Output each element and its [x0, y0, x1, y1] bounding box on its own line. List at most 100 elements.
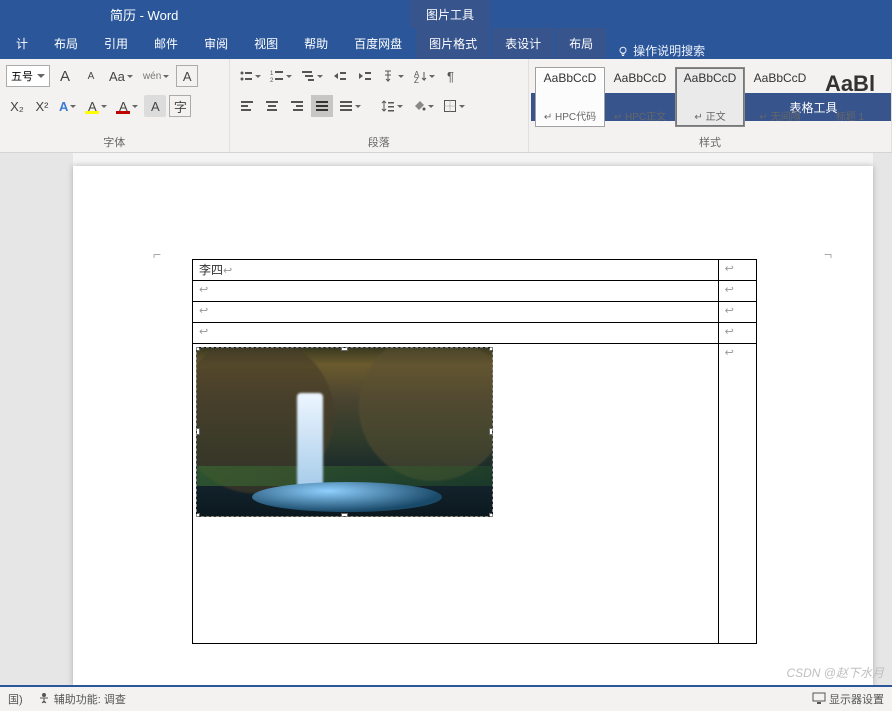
subscript-button[interactable]: X₂: [6, 95, 28, 117]
font-size-combo[interactable]: 五号: [6, 65, 50, 87]
group-font-label: 字体: [0, 134, 229, 152]
resume-table[interactable]: 李四↩↩ ↩↩ ↩↩ ↩↩: [192, 259, 757, 644]
char-shading-button[interactable]: A: [144, 95, 166, 117]
resize-handle[interactable]: [341, 347, 348, 351]
cell[interactable]: ↩: [718, 281, 756, 302]
style-preview: AaBbCcD: [538, 71, 602, 85]
tab-layout[interactable]: 布局: [41, 28, 91, 59]
grow-font-button[interactable]: A: [54, 65, 76, 87]
align-center-icon: [265, 99, 279, 113]
tab-table-design[interactable]: 表设计: [492, 28, 554, 59]
superscript-button[interactable]: X²: [31, 95, 53, 117]
table-row: ↩↩: [193, 323, 757, 344]
accessibility-icon: [37, 691, 51, 705]
cell[interactable]: ↩: [718, 344, 756, 644]
styles-gallery[interactable]: AaBbCcD ↵ HPC代码 AaBbCcD ↵ HPC正文 AaBbCcD …: [535, 67, 885, 127]
resize-handle[interactable]: [489, 347, 493, 351]
sort-icon: AZ: [413, 69, 427, 83]
style-no-spacing[interactable]: AaBbCcD ↵ 无间隔: [745, 67, 815, 127]
multilevel-icon: [301, 69, 315, 83]
multilevel-list-button[interactable]: [298, 65, 326, 87]
decrease-indent-button[interactable]: [329, 65, 351, 87]
phonetic-guide-button[interactable]: wén: [140, 65, 172, 87]
ctx-tab-picture-tools[interactable]: 图片工具: [410, 0, 490, 28]
linespacing-icon: [381, 99, 395, 113]
resize-handle[interactable]: [341, 513, 348, 517]
font-size-value: 五号: [11, 68, 33, 84]
monitor-icon: [812, 691, 826, 705]
tab-help[interactable]: 帮助: [291, 28, 341, 59]
bullets-button[interactable]: [236, 65, 264, 87]
enclose-char-button[interactable]: 字: [169, 95, 191, 117]
status-language[interactable]: 国): [8, 691, 23, 707]
char-border-button[interactable]: A: [176, 65, 198, 87]
tab-view[interactable]: 视图: [241, 28, 291, 59]
resize-handle[interactable]: [196, 513, 200, 517]
align-right-button[interactable]: [286, 95, 308, 117]
increase-indent-button[interactable]: [354, 65, 376, 87]
resize-handle[interactable]: [489, 428, 493, 435]
table-row: ↩: [193, 344, 757, 644]
style-normal[interactable]: AaBbCcD ↵ 正文: [675, 67, 745, 127]
ribbon: 五号 A A Aa wén A X₂ X² A A A A 字 字体: [0, 59, 892, 153]
tab-picture-format[interactable]: 图片格式: [416, 28, 490, 59]
corner-mark-icon: ¬: [824, 246, 838, 260]
highlight-button[interactable]: A: [82, 95, 110, 117]
cell[interactable]: ↩: [718, 323, 756, 344]
align-justify-button[interactable]: [311, 95, 333, 117]
resize-handle[interactable]: [196, 347, 200, 351]
distribute-button[interactable]: [336, 95, 364, 117]
borders-button[interactable]: [440, 95, 468, 117]
align-right-icon: [290, 99, 304, 113]
tab-review[interactable]: 审阅: [191, 28, 241, 59]
style-heading-1[interactable]: AaBl 标题 1: [815, 67, 885, 127]
watermark-text: CSDN @赵下水月: [786, 664, 884, 681]
cell[interactable]: ↩: [193, 302, 719, 323]
numbering-button[interactable]: 12: [267, 65, 295, 87]
style-preview: AaBbCcD: [748, 71, 812, 85]
cell[interactable]: ↩: [718, 260, 756, 281]
svg-text:Z: Z: [414, 76, 419, 83]
inserted-picture[interactable]: [196, 347, 493, 517]
status-display-settings[interactable]: 显示器设置: [812, 691, 884, 707]
style-name: HPC代码: [555, 112, 596, 123]
text-direction-button[interactable]: [379, 65, 407, 87]
page[interactable]: ⌐ ¬ 李四↩↩ ↩↩ ↩↩ ↩↩: [73, 166, 873, 686]
outdent-icon: [333, 69, 347, 83]
tab-baidu-netdisk[interactable]: 百度网盘: [341, 28, 415, 59]
document-area[interactable]: ⌐ ¬ 李四↩↩ ↩↩ ↩↩ ↩↩: [0, 153, 892, 685]
style-hpc-code[interactable]: AaBbCcD ↵ HPC代码: [535, 67, 605, 127]
numbering-icon: 12: [270, 69, 284, 83]
shrink-font-button[interactable]: A: [80, 65, 102, 87]
tell-me-search[interactable]: 操作说明搜索: [607, 42, 715, 59]
font-color-button[interactable]: A: [113, 95, 141, 117]
style-preview: AaBbCcD: [608, 71, 672, 85]
tab-table-layout[interactable]: 布局: [556, 28, 606, 59]
cell[interactable]: ↩: [718, 302, 756, 323]
horizontal-ruler[interactable]: [73, 153, 873, 166]
status-accessibility[interactable]: 辅助功能: 调查: [37, 691, 126, 707]
cell[interactable]: ↩: [193, 323, 719, 344]
shading-button[interactable]: [409, 95, 437, 117]
corner-mark-icon: ⌐: [153, 246, 167, 260]
style-preview: AaBbCcD: [678, 71, 742, 85]
cell[interactable]: ↩: [193, 281, 719, 302]
resize-handle[interactable]: [489, 513, 493, 517]
cell-name[interactable]: 李四↩: [193, 260, 719, 281]
change-case-button[interactable]: Aa: [106, 65, 136, 87]
align-center-button[interactable]: [261, 95, 283, 117]
sort-button[interactable]: AZ: [410, 65, 438, 87]
align-left-button[interactable]: [236, 95, 258, 117]
text-effects-button[interactable]: A: [56, 95, 79, 117]
highlight-color-swatch: [85, 111, 99, 114]
resize-handle[interactable]: [196, 428, 200, 435]
line-spacing-button[interactable]: [378, 95, 406, 117]
cell-image[interactable]: [193, 344, 719, 644]
tab-design[interactable]: 计: [3, 28, 41, 59]
window-title: 简历 - Word: [110, 5, 178, 24]
bucket-icon: [412, 99, 426, 113]
tab-references[interactable]: 引用: [91, 28, 141, 59]
show-marks-button[interactable]: ¶: [441, 65, 463, 87]
tab-mailings[interactable]: 邮件: [141, 28, 191, 59]
style-hpc-body[interactable]: AaBbCcD ↵ HPC正文: [605, 67, 675, 127]
